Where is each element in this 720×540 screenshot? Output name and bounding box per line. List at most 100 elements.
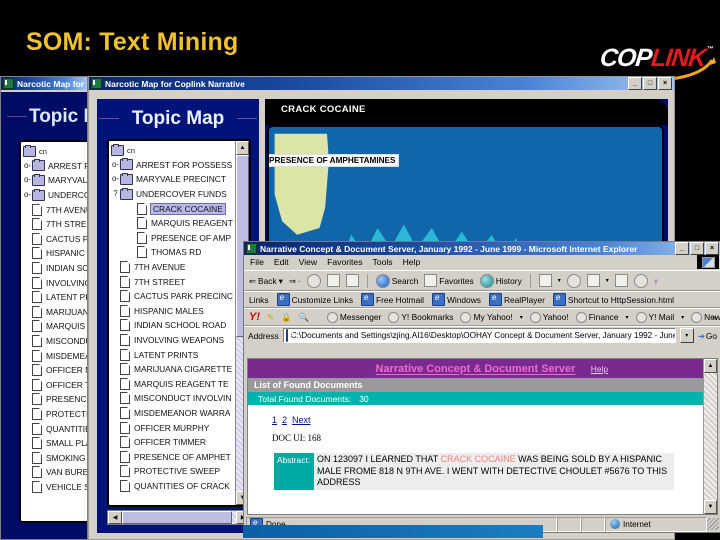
ie-menu-edit[interactable]: Edit bbox=[274, 257, 289, 267]
ie-menubar[interactable]: File Edit View Favorites Tools Help bbox=[244, 255, 720, 270]
ie-menu-file[interactable]: File bbox=[250, 257, 264, 267]
tree-item[interactable]: OFFICER TIMMER bbox=[111, 435, 235, 450]
ie-menu-favorites[interactable]: Favorites bbox=[327, 257, 362, 267]
tree-item[interactable]: OFFICER MURPHY bbox=[111, 420, 235, 435]
tree-item[interactable]: PRESENCE OF AMPHETAMINES bbox=[23, 392, 87, 407]
ie-link-realplayer[interactable]: RealPlayer bbox=[488, 293, 545, 306]
back-dropdown-icon[interactable]: ▾ bbox=[279, 276, 283, 286]
tree-item[interactable]: HISPANIC MALES bbox=[23, 246, 87, 261]
ie-link-shortcut-to-httpsession-html[interactable]: Shortcut to HttpSession.html bbox=[552, 293, 674, 306]
close-button[interactable]: × bbox=[658, 77, 672, 90]
yahoo-item-y-mail[interactable]: Y! Mail bbox=[635, 311, 674, 323]
tree-item[interactable]: o- MARYVALE PRECINCT bbox=[111, 172, 235, 187]
tree-item[interactable]: PROTECTIVE SWEEP bbox=[111, 464, 235, 479]
tree-expander-icon[interactable]: o- bbox=[111, 175, 120, 183]
yahoo-item-dropdown-icon[interactable]: ▾ bbox=[520, 314, 523, 321]
yahoo-item-yahoo[interactable]: Yahoo! bbox=[529, 311, 569, 323]
tree-root[interactable]: cn bbox=[23, 144, 87, 159]
ie-menu-view[interactable]: View bbox=[299, 257, 317, 267]
page-scroll-up-icon[interactable]: ▲ bbox=[704, 359, 717, 373]
ie-menu-tools[interactable]: Tools bbox=[373, 257, 393, 267]
tree-item[interactable]: VAN BUREN bbox=[23, 465, 87, 480]
tree-item[interactable]: QUANTITIES OF CRACK bbox=[23, 421, 87, 436]
edit-dropdown-icon[interactable]: ▾ bbox=[606, 277, 609, 284]
window-back-titlebar[interactable]: Narcotic Map for Coplink Narrative bbox=[1, 77, 87, 90]
tree-item[interactable]: LATENT PRINTS bbox=[23, 290, 87, 305]
tree-item[interactable]: INDIAN SCHOOL ROAD bbox=[111, 318, 235, 333]
tree-item[interactable]: QUANTITIES OF CRACK bbox=[111, 479, 235, 494]
tree-item[interactable]: CACTUS PARK PRECINCT bbox=[23, 232, 87, 247]
address-input[interactable]: C:\Documents and Settings\zjing.AI16\Des… bbox=[282, 328, 676, 343]
tree-item[interactable]: o- ARREST FOR POSSESS bbox=[111, 158, 235, 173]
hscroll-thumb[interactable] bbox=[122, 511, 232, 524]
page-vscroll-track[interactable] bbox=[704, 373, 717, 500]
ie-link-windows[interactable]: Windows bbox=[431, 293, 481, 306]
pager-link-1[interactable]: 1 bbox=[272, 415, 277, 425]
tree-item[interactable]: THOMAS RD bbox=[111, 245, 235, 260]
tree-item[interactable]: PROTECTIVE SWEEP bbox=[23, 407, 87, 422]
topic-tree-hscrollbar[interactable]: ◀ ▶ bbox=[107, 510, 251, 525]
tree-item[interactable]: MARIJUANA CIGARETTE bbox=[111, 362, 235, 377]
tree-expander-icon[interactable]: o- bbox=[111, 160, 120, 169]
hscroll-track[interactable] bbox=[122, 511, 236, 524]
yahoo-pencil-icon[interactable]: ✎ bbox=[267, 312, 274, 322]
ie-menu-help[interactable]: Help bbox=[403, 257, 421, 267]
print-icon[interactable] bbox=[566, 273, 581, 288]
address-dropdown-icon[interactable]: ▾ bbox=[679, 328, 694, 343]
tree-item[interactable]: VEHICLE STOP bbox=[23, 480, 87, 495]
window-narcotic-map-back[interactable]: Narcotic Map for Coplink Narrative Topic… bbox=[0, 76, 88, 540]
edit-icon[interactable] bbox=[586, 274, 600, 287]
mail-dropdown-icon[interactable]: ▾ bbox=[558, 277, 561, 284]
refresh-icon[interactable] bbox=[326, 274, 340, 287]
ie-maximize-button[interactable]: □ bbox=[690, 242, 704, 255]
search-button[interactable]: Search bbox=[375, 273, 418, 288]
back-button[interactable]: ⇐ Back ▾ bbox=[249, 276, 283, 286]
ie-minimize-button[interactable]: _ bbox=[675, 242, 689, 255]
tree-item[interactable]: MISCONDUCT INVOLVIN bbox=[111, 391, 235, 406]
ie-address-bar[interactable]: Address C:\Documents and Settings\zjing.… bbox=[244, 326, 720, 344]
yahoo-overflow-icon[interactable]: » bbox=[712, 312, 717, 322]
pagination[interactable]: 1 2 Next bbox=[248, 405, 703, 425]
tree-expander-icon[interactable]: o- bbox=[23, 176, 32, 184]
scroll-up-icon[interactable]: ▲ bbox=[236, 141, 249, 155]
tree-item[interactable]: MISDEMEANOR WARRANT bbox=[23, 348, 87, 363]
tree-item[interactable]: CACTUS PARK PRECINC bbox=[111, 289, 235, 304]
tree-item[interactable]: PRESENCE OF AMPHET bbox=[111, 449, 235, 464]
minimize-button[interactable]: _ bbox=[628, 77, 642, 90]
tree-item[interactable]: MARQUIS REAGENT TE bbox=[111, 377, 235, 392]
scroll-left-icon[interactable]: ◀ bbox=[108, 511, 122, 524]
tree-expander-icon[interactable]: o- bbox=[23, 191, 32, 199]
tree-item[interactable]: ? UNDERCOVER FUNDS bbox=[111, 187, 235, 202]
tree-item[interactable]: MARQUIS REAGENT TEST bbox=[23, 319, 87, 334]
yahoo-item-messenger[interactable]: Messenger bbox=[326, 311, 381, 323]
tree-item[interactable]: o- UNDERCOVER FUNDS bbox=[23, 188, 87, 203]
tree-item[interactable]: 7TH AVENUE bbox=[111, 260, 235, 275]
tree-expander-icon[interactable]: ? bbox=[111, 190, 120, 198]
tree-item[interactable]: SMALL PLASTIC BAGGIE bbox=[23, 436, 87, 451]
tree-item[interactable]: SMOKING DEVICES bbox=[23, 450, 87, 465]
yahoo-item-y-bookmarks[interactable]: Y! Bookmarks bbox=[388, 311, 453, 323]
tree-root[interactable]: cn bbox=[111, 143, 235, 158]
tree-item[interactable]: INVOLVING WEAPONS bbox=[23, 275, 87, 290]
yahoo-toolbar-icon[interactable]: ʏ bbox=[654, 276, 658, 286]
home-icon[interactable] bbox=[345, 274, 359, 287]
tree-item[interactable]: OFFICER MURPHY bbox=[23, 363, 87, 378]
topic-tree-scrollarea[interactable]: cn o- ARREST FOR POSSESS o- MARYVALE PRECINC… bbox=[109, 141, 235, 505]
ie-links-bar[interactable]: Links Customize Links Free Hotmail Windows… bbox=[244, 291, 720, 308]
forward-button[interactable]: ⇒ · bbox=[289, 276, 301, 286]
tree-item[interactable]: MISCONDUCT INVOLVING bbox=[23, 334, 87, 349]
pager-link-2[interactable]: 2 bbox=[282, 415, 287, 425]
window-internet-explorer[interactable]: Narrative Concept & Document Server, Jan… bbox=[243, 241, 720, 533]
help-link[interactable]: Help bbox=[591, 364, 608, 374]
ie-link-customize-links[interactable]: Customize Links bbox=[276, 293, 353, 306]
tree-item[interactable]: MARIJUANA CIGARETTES bbox=[23, 305, 87, 320]
window-topic-map-titlebar[interactable]: Narcotic Map for Coplink Narrative _ □ × bbox=[89, 77, 674, 90]
tree-item[interactable]: PRESENCE OF AMP bbox=[111, 231, 235, 246]
yahoo-item-dropdown-icon[interactable]: ▾ bbox=[681, 314, 684, 321]
resize-grip-icon[interactable] bbox=[707, 518, 719, 530]
window-back-tree-scrollarea[interactable]: cn o- ARREST FOR POSSESS o- MARYVALE PRECINC… bbox=[21, 142, 87, 494]
ie-yahoo-bar[interactable]: Y! ✎ 🔒 🔍 Messenger Y! Bookmarks My Yahoo! ▾… bbox=[244, 308, 720, 326]
ie-titlebar[interactable]: Narrative Concept & Document Server, Jan… bbox=[244, 242, 720, 255]
tree-item[interactable]: INDIAN SCHOOL ROAD bbox=[23, 261, 87, 276]
pager-link-next[interactable]: Next bbox=[292, 415, 311, 425]
